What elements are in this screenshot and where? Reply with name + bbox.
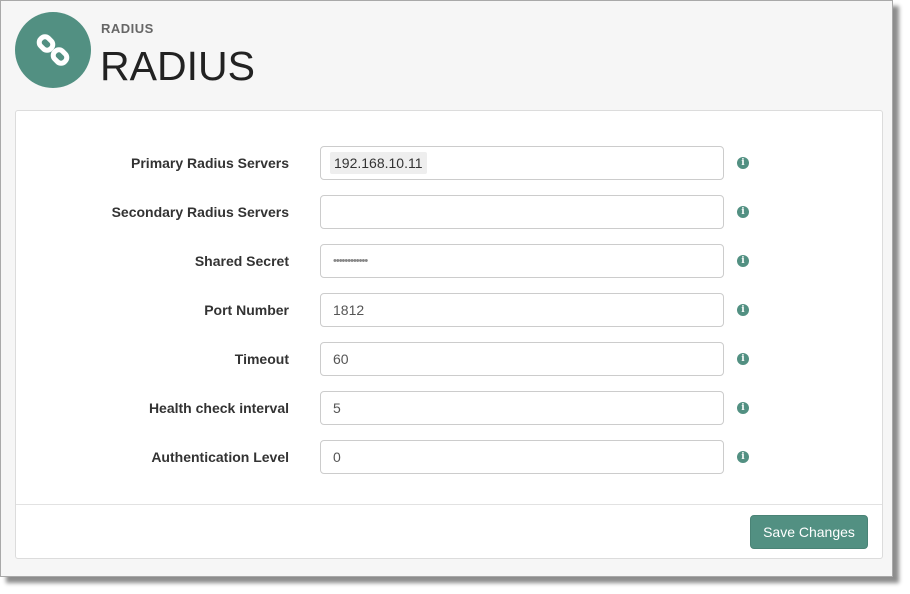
primary-servers-label: Primary Radius Servers xyxy=(131,155,289,171)
form-row-secondary-servers: Secondary Radius Servers i xyxy=(16,195,882,229)
form-row-port-number: Port Number 1812 i xyxy=(16,293,882,327)
health-check-label: Health check interval xyxy=(148,400,289,416)
form-row-timeout: Timeout 60 i xyxy=(16,342,882,376)
primary-servers-input[interactable]: 192.168.10.11 xyxy=(320,146,724,180)
page-subtitle: RADIUS xyxy=(101,21,154,36)
radius-form-panel: Primary Radius Servers 192.168.10.11 i S… xyxy=(15,110,883,559)
password-mask: •••••••••••• xyxy=(333,255,368,267)
info-icon[interactable]: i xyxy=(737,451,749,463)
info-icon[interactable]: i xyxy=(737,402,749,414)
timeout-label: Timeout xyxy=(234,351,289,367)
form-row-shared-secret: Shared Secret •••••••••••• i xyxy=(16,244,882,278)
health-check-input[interactable]: 5 xyxy=(320,391,724,425)
radius-settings-window: RADIUS RADIUS Primary Radius Servers 192… xyxy=(0,0,893,577)
secondary-servers-label: Secondary Radius Servers xyxy=(111,204,289,220)
secondary-servers-input[interactable] xyxy=(320,195,724,229)
form-row-auth-level: Authentication Level 0 i xyxy=(16,440,882,474)
port-number-input[interactable]: 1812 xyxy=(320,293,724,327)
shared-secret-label: Shared Secret xyxy=(194,253,289,269)
page-title: RADIUS xyxy=(100,43,255,89)
server-tag[interactable]: 192.168.10.11 xyxy=(330,152,427,174)
auth-level-input[interactable]: 0 xyxy=(320,440,724,474)
info-icon[interactable]: i xyxy=(737,206,749,218)
timeout-input[interactable]: 60 xyxy=(320,342,724,376)
port-number-label: Port Number xyxy=(204,302,289,318)
info-icon[interactable]: i xyxy=(737,255,749,267)
save-changes-button[interactable]: Save Changes xyxy=(750,515,868,549)
form-row-primary-servers: Primary Radius Servers 192.168.10.11 i xyxy=(16,146,882,180)
info-icon[interactable]: i xyxy=(737,157,749,169)
form-row-health-check: Health check interval 5 i xyxy=(16,391,882,425)
auth-level-label: Authentication Level xyxy=(151,449,289,465)
footer-divider xyxy=(16,504,882,505)
shared-secret-input[interactable]: •••••••••••• xyxy=(320,244,724,278)
info-icon[interactable]: i xyxy=(737,353,749,365)
info-icon[interactable]: i xyxy=(737,304,749,316)
link-icon xyxy=(15,12,91,88)
